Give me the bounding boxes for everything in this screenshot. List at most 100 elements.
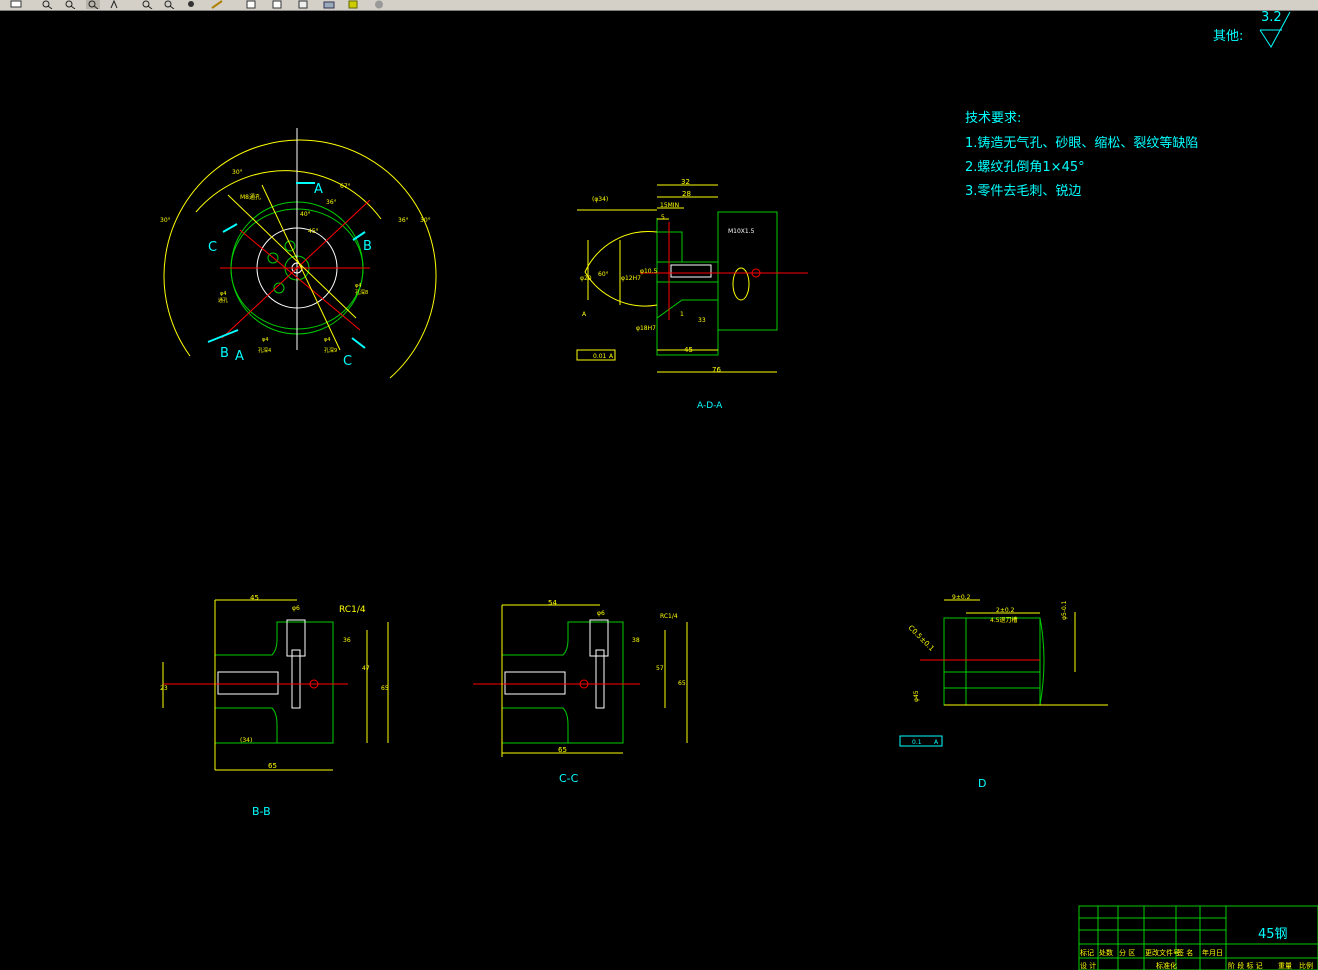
dim-text: RC1/4 bbox=[660, 613, 678, 620]
dim-text: 1 bbox=[680, 311, 684, 318]
zoom-extents-icon[interactable] bbox=[185, 0, 199, 9]
dim-text: 9±0.2 bbox=[952, 594, 971, 601]
dim-text: 45° bbox=[308, 228, 319, 235]
title-block: 45钢 标记 处数 分 区 更改文件号 签 名 年月日 设 计 标准化 阶 段 … bbox=[1078, 905, 1318, 970]
dim-text: 32 bbox=[681, 178, 690, 186]
section-title: D bbox=[978, 777, 986, 790]
title-block-cell: 设 计 bbox=[1080, 961, 1096, 970]
dim-text: 38 bbox=[632, 637, 640, 644]
dim-text: 54 bbox=[548, 599, 557, 607]
print-icon[interactable] bbox=[9, 0, 23, 9]
title-block-cell: 分 区 bbox=[1119, 948, 1135, 957]
title-block-cell: 标记 bbox=[1080, 948, 1094, 957]
dim-text: φ6 bbox=[292, 605, 300, 612]
dim-text: 36 bbox=[343, 637, 351, 644]
dim-text: 28 bbox=[682, 190, 691, 198]
tech-req-item: 3.零件去毛刺、锐边 bbox=[965, 184, 1081, 199]
technical-requirements: 技术要求: 1.铸造无气孔、砂眼、缩松、裂纹等缺陷 2.螺纹孔倒角1×45° 3… bbox=[965, 111, 1198, 199]
layer-icon[interactable] bbox=[346, 0, 360, 9]
note-text: φ4 bbox=[220, 291, 226, 297]
dim-text: 45 bbox=[684, 346, 693, 354]
note-text: φ4 bbox=[324, 337, 330, 343]
note-text: 通孔 bbox=[218, 297, 228, 304]
pan-icon[interactable] bbox=[108, 0, 122, 9]
title-block-cell: 处数 bbox=[1099, 948, 1113, 957]
dim-text: 2±0.2 bbox=[996, 607, 1015, 614]
zoom-window-icon[interactable] bbox=[63, 0, 77, 9]
dim-text: φ12H7 bbox=[621, 275, 641, 282]
title-block-cell: 签 名 bbox=[1177, 948, 1193, 957]
title-block-cell: 重量 bbox=[1278, 962, 1292, 970]
dim-text: 45 bbox=[250, 594, 259, 602]
dim-text: 30° bbox=[232, 169, 243, 176]
datum-text: A bbox=[609, 353, 614, 360]
match-properties-icon[interactable] bbox=[210, 0, 224, 9]
note-text: 孔深4 bbox=[258, 347, 271, 354]
tech-req-item: 1.铸造无气孔、砂眼、缩松、裂纹等缺陷 bbox=[965, 135, 1198, 151]
dim-text: 76 bbox=[712, 366, 721, 374]
section-label-c: C bbox=[343, 354, 352, 369]
drawing-canvas[interactable]: 3.2 其他: 技术要求: 1.铸造无气孔、砂眼、缩松、裂纹等缺陷 2.螺纹孔倒… bbox=[0, 11, 1318, 970]
dim-text: M10X1.5 bbox=[728, 228, 755, 235]
dim-text: 30° bbox=[160, 217, 171, 224]
section-label-b: B bbox=[363, 239, 372, 254]
tech-req-item: 2.螺纹孔倒角1×45° bbox=[965, 160, 1085, 175]
zoom-realtime-icon[interactable] bbox=[40, 0, 54, 9]
title-block-cell: 比例 bbox=[1299, 961, 1313, 970]
properties-icon[interactable] bbox=[296, 0, 310, 9]
dim-text: 36° bbox=[326, 199, 337, 206]
dim-text: 36° bbox=[398, 217, 409, 224]
paste-icon[interactable] bbox=[270, 0, 284, 9]
title-block-cell: 阶 段 标 记 bbox=[1228, 961, 1263, 970]
dim-text: φ20 bbox=[580, 275, 592, 282]
note-text: 孔深9 bbox=[324, 347, 337, 354]
title-block-cell: 更改文件号 bbox=[1145, 948, 1180, 957]
zoom-in-icon[interactable] bbox=[140, 0, 154, 9]
section-label-a: A bbox=[314, 182, 323, 197]
dim-text: 57 bbox=[656, 665, 664, 672]
dim-text: 60° bbox=[598, 271, 609, 278]
section-title: B-B bbox=[252, 805, 271, 818]
toolbar bbox=[0, 0, 1318, 11]
dim-text: 65 bbox=[381, 685, 389, 692]
tolerance-text: 0.1 bbox=[912, 739, 922, 746]
zoom-out-icon[interactable] bbox=[162, 0, 176, 9]
dim-text: φ10.5 bbox=[640, 268, 658, 275]
help-icon[interactable] bbox=[372, 0, 386, 9]
dim-text: φ45 bbox=[913, 690, 920, 702]
copy-icon[interactable] bbox=[244, 0, 258, 9]
dim-text: 40° bbox=[300, 211, 311, 218]
dim-text: 65 bbox=[558, 746, 567, 754]
dim-text: 30° bbox=[420, 217, 431, 224]
tolerance-text: 0.01 bbox=[593, 353, 607, 360]
top-view: A B C A B C 67° 36° 30° 30° 36° 45° 30° … bbox=[160, 128, 437, 379]
dim-text: 5 bbox=[661, 214, 665, 221]
section-b-b: 45 φ6 RC1/4 36 47 65 23 (34) 65 B-B bbox=[160, 594, 389, 818]
dim-text: 23 bbox=[160, 685, 168, 692]
datum-text: A bbox=[582, 311, 587, 318]
title-block-cell: 年月日 bbox=[1202, 948, 1223, 957]
dim-text: φ18H7 bbox=[636, 325, 656, 332]
tech-req-title: 技术要求: bbox=[965, 111, 1021, 126]
dim-text: 65 bbox=[678, 680, 686, 687]
dim-text: 15MIN bbox=[660, 202, 679, 209]
note-text: 孔深8 bbox=[355, 289, 368, 296]
roughness-label: 其他: bbox=[1213, 29, 1243, 44]
dim-text: 33 bbox=[698, 317, 706, 324]
roughness-value: 3.2 bbox=[1261, 11, 1282, 25]
dim-text: 67° bbox=[340, 183, 351, 190]
section-label-b: B bbox=[220, 346, 229, 361]
dim-text: φ5-0.1 bbox=[1061, 600, 1068, 620]
dim-text: C0.5±0.1 bbox=[907, 624, 936, 653]
section-c-c: 54 φ6 RC1/4 38 57 65 65 C-C bbox=[473, 599, 688, 785]
dim-text: 47 bbox=[362, 665, 370, 672]
section-label-a: A bbox=[235, 349, 244, 364]
note-text: φ4 bbox=[355, 283, 361, 289]
design-center-icon[interactable] bbox=[322, 0, 336, 9]
section-title: C-C bbox=[559, 772, 579, 785]
note-text: φ4 bbox=[262, 337, 268, 343]
detail-d: 9±0.2 2±0.2 4.5退刀槽 C0.5±0.1 0.1 A φ5-0.1… bbox=[899, 594, 1108, 790]
material-label: 45钢 bbox=[1258, 927, 1288, 942]
section-label-c: C bbox=[208, 240, 217, 255]
zoom-previous-icon[interactable] bbox=[86, 0, 100, 9]
